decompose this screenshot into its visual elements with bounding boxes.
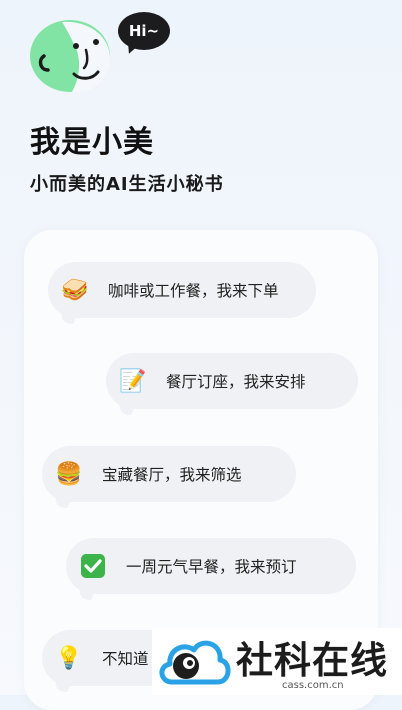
- feature-label: 咖啡或工作餐，我来下单: [108, 282, 279, 300]
- sandwich-icon: 🥪: [61, 277, 89, 303]
- watermark: 社科在线 cass.com.cn: [152, 628, 402, 695]
- feature-label: 一周元气早餐，我来预订: [126, 558, 297, 576]
- bulb-icon: 💡: [55, 645, 83, 671]
- hi-speech-bubble: Hi~: [118, 12, 170, 50]
- feature-item-order[interactable]: 🥪 咖啡或工作餐，我来下单: [48, 262, 316, 318]
- page-subtitle: 小而美的AI生活小秘书: [30, 174, 224, 195]
- feature-label: 餐厅订座，我来安排: [166, 373, 306, 391]
- cloud-logo-icon: [159, 640, 231, 685]
- watermark-url: cass.com.cn: [282, 680, 344, 691]
- feature-item-restaurant[interactable]: 🍔 宝藏餐厅，我来筛选: [42, 446, 296, 502]
- page-title: 我是小美: [30, 125, 154, 160]
- memo-icon: 📝: [119, 368, 147, 394]
- feature-item-breakfast[interactable]: 一周元气早餐，我来预订: [66, 538, 356, 594]
- avatar-face-icon: [30, 20, 111, 93]
- burger-icon: 🍔: [55, 461, 83, 487]
- check-icon: [78, 551, 108, 581]
- watermark-name: 社科在线: [236, 639, 388, 682]
- feature-label: 宝藏餐厅，我来筛选: [102, 466, 242, 484]
- feature-label: 不知道: [102, 650, 149, 668]
- avatar: [28, 18, 112, 94]
- feature-item-reservation[interactable]: 📝 餐厅订座，我来安排: [106, 353, 358, 409]
